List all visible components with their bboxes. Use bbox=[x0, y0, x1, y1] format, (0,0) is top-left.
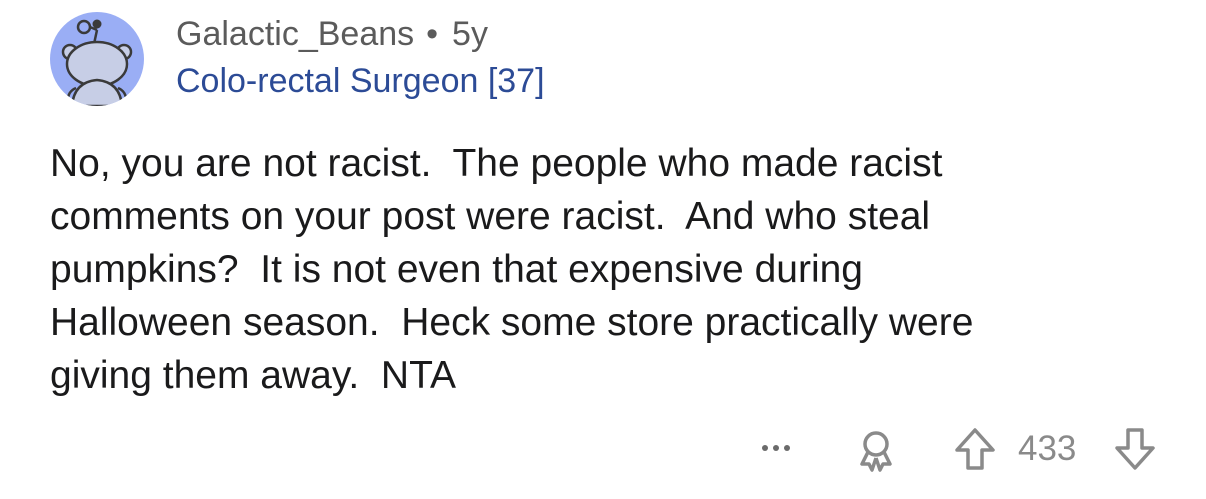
downvote-arrow-icon bbox=[1115, 428, 1155, 470]
user-flair: Colo-rectal Surgeon [37] bbox=[176, 62, 545, 100]
award-icon bbox=[860, 431, 892, 472]
comment-header: Galactic_Beans • 5y bbox=[176, 14, 488, 54]
more-options-icon bbox=[762, 445, 768, 451]
more-options-button[interactable] bbox=[752, 434, 800, 462]
more-options-icon-dot bbox=[773, 445, 779, 451]
upvote-arrow-icon bbox=[955, 428, 995, 470]
comment-body: No, you are not racist. The people who m… bbox=[50, 142, 974, 397]
more-options-icon-dot bbox=[784, 445, 790, 451]
username-link[interactable]: Galactic_Beans bbox=[176, 15, 414, 53]
header-separator: • bbox=[426, 15, 439, 53]
user-avatar[interactable] bbox=[50, 12, 144, 106]
upvote-button[interactable] bbox=[950, 424, 1000, 474]
comment-action-bar: 433 bbox=[0, 420, 1206, 476]
snoo-avatar-icon bbox=[61, 19, 133, 106]
comment-age: 5y bbox=[452, 15, 488, 53]
award-button[interactable] bbox=[851, 424, 901, 474]
vote-score: 433 bbox=[1018, 429, 1077, 468]
downvote-button[interactable] bbox=[1110, 424, 1160, 474]
